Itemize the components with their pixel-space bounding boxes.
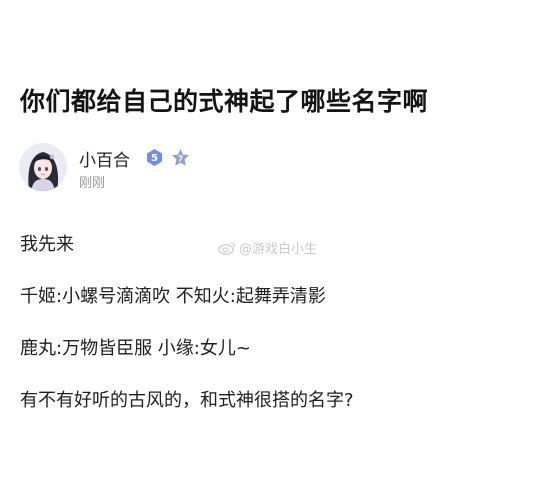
rank-badge-text: 7 [178,155,184,164]
body-paragraph: 千姬:小螺号滴滴吹 不知火:起舞弄清影 [20,286,326,307]
watermark-text: @游戏白小生 [239,242,318,257]
level-badge-text: 5 [151,153,158,164]
avatar[interactable] [19,143,67,191]
anime-girl-avatar-icon [19,143,67,191]
post-time: 刚刚 [79,176,106,191]
rank-badge-icon: 7 [172,149,189,166]
watermark: @游戏白小生 [218,238,317,257]
level-badge-icon: 5 [147,149,162,166]
post-title: 你们都给自己的式神起了哪些名字啊 [20,87,429,116]
weibo-logo-icon [218,241,236,255]
author-row[interactable]: 小百合 5 7 刚刚 [19,143,319,193]
body-paragraph: 鹿丸:万物皆臣服 小缘:女儿~ [20,338,251,359]
body-paragraph: 我先来 [20,234,74,255]
author-name[interactable]: 小百合 [79,146,130,171]
body-paragraph: 有不有好听的古风的，和式神很搭的名字? [20,390,354,411]
